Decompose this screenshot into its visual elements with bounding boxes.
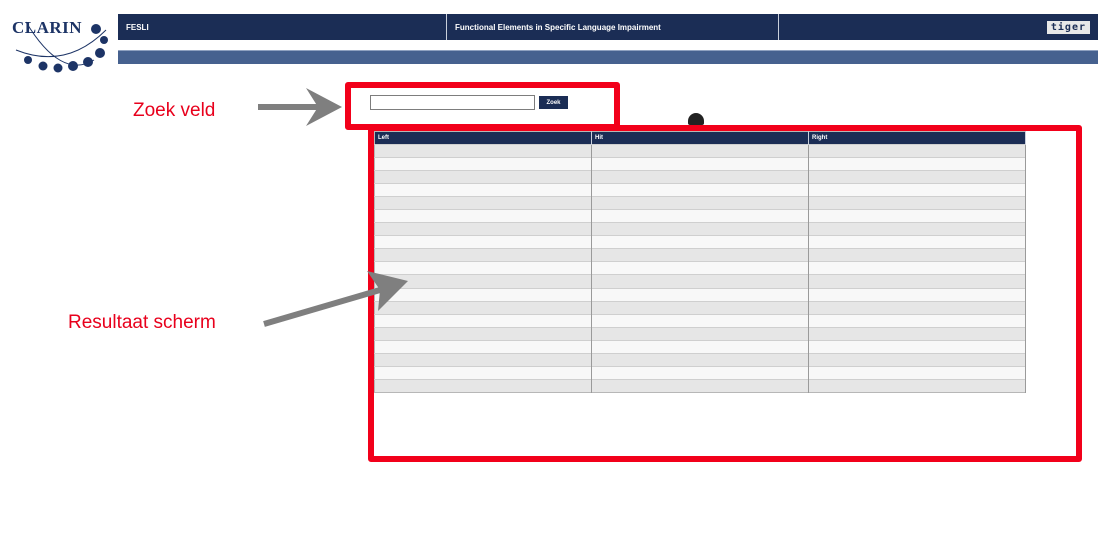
annotation-arrows [258, 88, 408, 327]
results-arrow-icon [263, 271, 408, 327]
search-arrow-icon [258, 88, 342, 126]
